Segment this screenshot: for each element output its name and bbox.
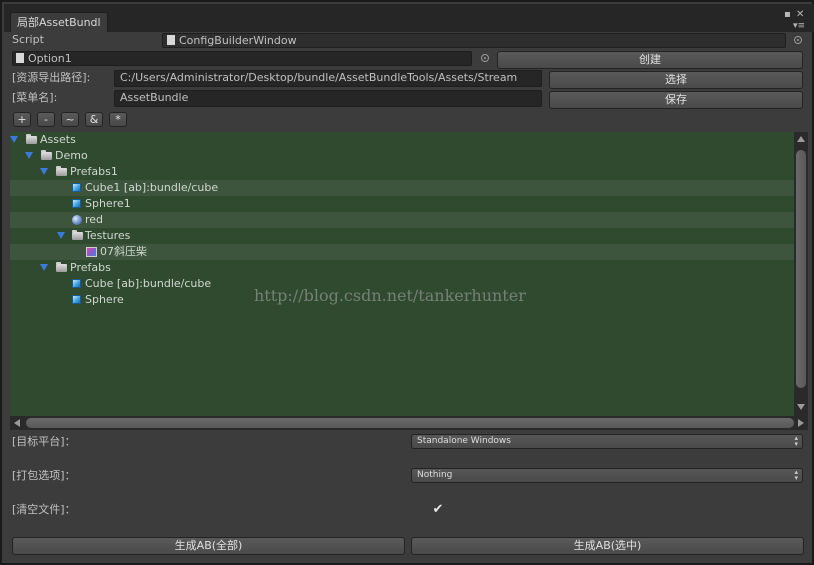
- list-menu-icon[interactable]: ▪: [784, 10, 791, 20]
- tree-item-label: Prefabs1: [70, 165, 118, 178]
- tree-item-label: Cube1 [ab]:bundle/cube: [85, 181, 219, 194]
- select-path-button[interactable]: 选择: [549, 71, 803, 89]
- tree-item-label: Demo: [55, 149, 88, 162]
- platform-dropdown[interactable]: Standalone Windows ▴ ▾: [411, 434, 803, 449]
- window-tab[interactable]: 局部AssetBundl: [10, 12, 108, 32]
- platform-label: [目标平台]：: [12, 435, 76, 448]
- tree-item-prefabs[interactable]: Prefabs: [10, 260, 794, 276]
- close-icon[interactable]: ✕: [796, 10, 804, 20]
- script-field-value: ConfigBuilderWindow: [179, 34, 297, 47]
- option-field[interactable]: Option1: [12, 51, 472, 66]
- expand-arrow-icon[interactable]: [25, 152, 33, 159]
- scroll-right-icon[interactable]: [798, 419, 804, 427]
- folder-icon: [56, 262, 67, 272]
- scroll-down-icon[interactable]: [797, 404, 805, 410]
- option-field-value: Option1: [28, 52, 72, 65]
- add-button[interactable]: +: [13, 112, 31, 127]
- asset-tree[interactable]: Assets Demo Prefabs1 Cube1 [ab]:bundle/c…: [10, 132, 794, 416]
- watermark-text: http://blog.csdn.net/tankerhunter: [254, 286, 526, 305]
- tree-item-label: Sphere: [85, 293, 124, 306]
- expand-arrow-icon[interactable]: [40, 168, 48, 175]
- tree-item-texture[interactable]: 07斜压柴: [10, 244, 794, 260]
- clear-files-checkbox[interactable]: ✔: [432, 503, 444, 516]
- object-picker-icon[interactable]: [794, 36, 802, 44]
- asterisk-button[interactable]: *: [109, 112, 127, 127]
- tree-item-sphere1[interactable]: Sphere1: [10, 196, 794, 212]
- build-all-button[interactable]: 生成AB(全部): [12, 537, 405, 555]
- cube-icon: [72, 199, 81, 208]
- updown-arrows-icon: ▴ ▾: [794, 468, 798, 482]
- horizontal-scroll-thumb[interactable]: [26, 418, 794, 428]
- tree-item-prefabs1[interactable]: Prefabs1: [10, 164, 794, 180]
- menu-name-label: [菜单名]:: [12, 91, 58, 104]
- option-picker-icon[interactable]: [481, 54, 489, 62]
- build-options-dropdown-value: Nothing: [417, 470, 453, 480]
- remove-button[interactable]: -: [37, 112, 55, 127]
- folder-icon: [26, 134, 37, 144]
- expand-arrow-icon[interactable]: [40, 264, 48, 271]
- editor-window: 局部AssetBundl ▪ ✕ ▾≡ Script ConfigBuilder…: [0, 0, 814, 565]
- cube-icon: [72, 279, 81, 288]
- vertical-scrollbar[interactable]: [794, 132, 808, 416]
- export-path-label: [资源导出路径]:: [12, 71, 91, 84]
- expand-arrow-icon[interactable]: [57, 232, 65, 239]
- tree-item-label: 07斜压柴: [100, 245, 147, 258]
- tree-item-label: Prefabs: [70, 261, 111, 274]
- option-file-icon: [16, 53, 24, 63]
- folder-icon: [72, 230, 83, 240]
- tree-item-label: Cube [ab]:bundle/cube: [85, 277, 212, 290]
- updown-arrows-icon: ▴ ▾: [794, 434, 798, 448]
- export-path-field[interactable]: C:/Users/Administrator/Desktop/bundle/As…: [114, 70, 542, 87]
- tree-item-label: Sphere1: [85, 197, 131, 210]
- tree-item-label: Assets: [40, 133, 76, 146]
- tree-item-cube1[interactable]: Cube1 [ab]:bundle/cube: [10, 180, 794, 196]
- script-file-icon: [167, 35, 175, 45]
- cube-icon: [72, 183, 81, 192]
- ampersand-button[interactable]: &: [85, 112, 103, 127]
- window-titlebar: 局部AssetBundl ▪ ✕ ▾≡: [4, 4, 814, 32]
- texture-icon: [86, 247, 97, 257]
- tilde-button[interactable]: ~: [61, 112, 79, 127]
- tree-item-label: red: [85, 213, 104, 226]
- platform-dropdown-value: Standalone Windows: [417, 436, 511, 446]
- create-button[interactable]: 创建: [497, 51, 803, 69]
- build-selected-button[interactable]: 生成AB(选中): [411, 537, 804, 555]
- cube-icon: [72, 295, 81, 304]
- script-field[interactable]: ConfigBuilderWindow: [162, 33, 786, 48]
- save-button[interactable]: 保存: [549, 91, 803, 109]
- tree-item-label: Testures: [85, 229, 131, 242]
- expand-arrow-icon[interactable]: [10, 136, 18, 143]
- scroll-left-icon[interactable]: [14, 419, 20, 427]
- script-label: Script: [12, 33, 44, 46]
- tree-item-demo[interactable]: Demo: [10, 148, 794, 164]
- vertical-scroll-thumb[interactable]: [796, 150, 806, 388]
- build-options-label: [打包选项]：: [12, 469, 76, 482]
- folder-icon: [56, 166, 67, 176]
- tree-item-testures[interactable]: Testures: [10, 228, 794, 244]
- horizontal-scrollbar[interactable]: [10, 416, 808, 430]
- menu-name-field[interactable]: AssetBundle: [114, 90, 542, 107]
- scroll-up-icon[interactable]: [797, 136, 805, 142]
- sphere-icon: [72, 215, 82, 225]
- folder-icon: [41, 150, 52, 160]
- dropdown-menu-icon[interactable]: ▾≡: [793, 21, 805, 31]
- build-options-dropdown[interactable]: Nothing ▴ ▾: [411, 468, 803, 483]
- tree-item-assets[interactable]: Assets: [10, 132, 794, 148]
- tree-item-red[interactable]: red: [10, 212, 794, 228]
- clear-files-label: [清空文件]：: [12, 503, 76, 516]
